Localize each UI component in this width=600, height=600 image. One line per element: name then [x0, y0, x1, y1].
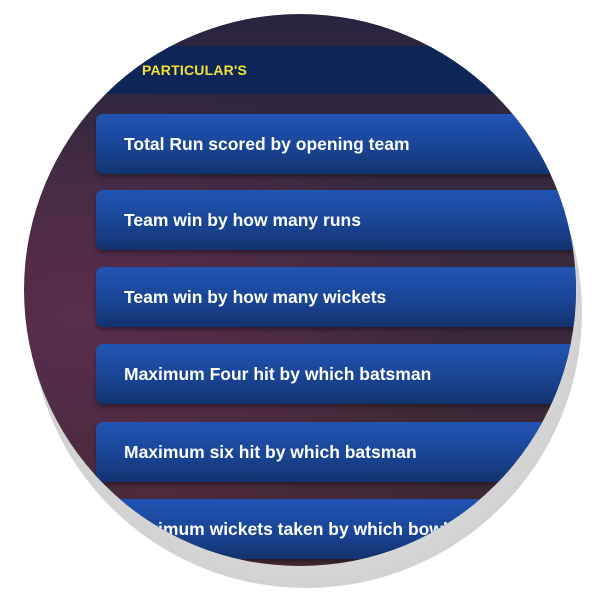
particulars-header: PARTICULAR'S — [96, 46, 576, 94]
list-item-team-win-by-wickets[interactable]: Team win by how many wickets — [96, 267, 576, 327]
list-item-label: Maximum wickets taken by which bowler — [124, 519, 465, 539]
stage: PARTICULAR'S Total Run scored by opening… — [0, 0, 600, 600]
circular-viewport: PARTICULAR'S Total Run scored by opening… — [24, 14, 576, 566]
list-item-team-win-by-runs[interactable]: Team win by how many runs — [96, 190, 576, 250]
list-item-label: Maximum six hit by which batsman — [124, 442, 417, 462]
list-item-label: Total Run scored by opening team — [124, 134, 410, 154]
list-item-maximum-four-batsman[interactable]: Maximum Four hit by which batsman — [96, 344, 576, 404]
list-item-label: Team win by how many wickets — [124, 287, 387, 307]
list-item-total-run-opening-team[interactable]: Total Run scored by opening team — [96, 114, 576, 174]
list-item-maximum-wickets-bowler[interactable]: Maximum wickets taken by which bowler — [96, 499, 576, 559]
list-item-label: Team win by how many runs — [124, 210, 361, 230]
list-item-label: Maximum Four hit by which batsman — [124, 364, 432, 384]
particulars-header-label: PARTICULAR'S — [142, 62, 248, 78]
list-item-maximum-six-batsman[interactable]: Maximum six hit by which batsman — [96, 422, 576, 482]
